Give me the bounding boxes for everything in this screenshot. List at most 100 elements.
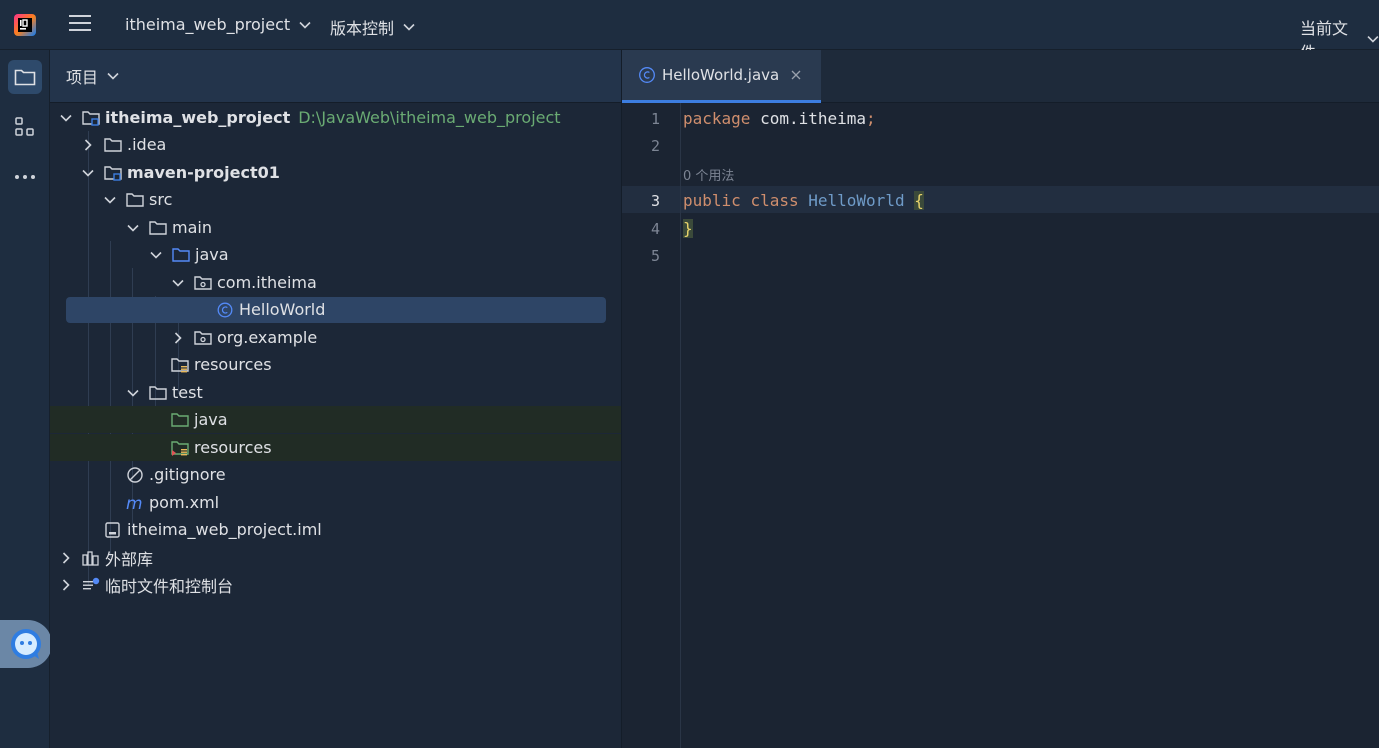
brace: } <box>683 219 693 238</box>
tree-row-scratches[interactable]: 临时文件和控制台 <box>50 571 621 598</box>
tree-label: test <box>172 383 203 402</box>
tree-row-com-itheima[interactable]: com.itheima <box>50 269 621 296</box>
class-icon <box>217 302 233 317</box>
code-editor: HelloWorld.java 1 2 3 4 5 package com.it… <box>622 50 1379 748</box>
ignore-file-icon <box>127 466 143 483</box>
tree-label: 临时文件和控制台 <box>105 576 234 596</box>
module-folder-icon <box>104 165 122 181</box>
tree-label: 外部库 <box>105 549 154 569</box>
library-icon <box>82 550 99 566</box>
structure-tool-button[interactable] <box>8 110 42 144</box>
tree-label: main <box>172 218 212 237</box>
line-number: 3 <box>650 192 660 210</box>
vcs-label: 版本控制 <box>330 19 395 38</box>
tree-row-resources-test[interactable]: resources <box>50 434 621 461</box>
maven-icon: m <box>126 495 143 511</box>
close-icon[interactable] <box>791 70 801 80</box>
tree-row-test[interactable]: test <box>50 379 621 406</box>
more-icon <box>15 175 35 179</box>
tree-label: .idea <box>127 135 167 154</box>
tree-label: itheima_web_project <box>105 108 291 127</box>
tree-label: src <box>149 190 173 209</box>
tree-label: org.example <box>217 328 318 347</box>
tree-label: java <box>194 410 228 429</box>
tree-row-pom-xml[interactable]: m pom.xml <box>50 489 621 516</box>
tree-label: pom.xml <box>149 493 220 512</box>
tree-row-iml[interactable]: itheima_web_project.iml <box>50 516 621 543</box>
line-number: 2 <box>650 137 660 155</box>
tree-label: .gitignore <box>149 465 226 484</box>
line-number: 1 <box>650 110 660 128</box>
keyword: class <box>750 191 799 210</box>
tree-row-org-example[interactable]: org.example <box>50 324 621 351</box>
module-folder-icon <box>82 110 100 126</box>
editor-tab-bar: HelloWorld.java <box>622 50 1379 103</box>
chevron-down-icon <box>172 279 184 287</box>
code-line-3[interactable]: public class HelloWorld { <box>683 191 924 210</box>
tree-row-root-project[interactable]: itheima_web_project D:\JavaWeb\itheima_w… <box>50 104 621 131</box>
test-resources-folder-icon <box>171 440 189 456</box>
project-tool-button[interactable] <box>8 60 42 94</box>
project-path: D:\JavaWeb\itheima_web_project <box>298 108 561 127</box>
tree-row-main[interactable]: main <box>50 214 621 241</box>
structure-icon <box>15 117 34 136</box>
folder-icon <box>126 192 144 207</box>
source-folder-icon <box>172 247 190 262</box>
chevron-right-icon <box>174 331 182 344</box>
tree-label: maven-project01 <box>127 163 280 182</box>
keyword: public <box>683 191 741 210</box>
module-file-icon <box>105 521 120 538</box>
more-tools-button[interactable] <box>8 160 42 194</box>
vcs-menu[interactable]: 版本控制 <box>330 15 415 39</box>
folder-icon <box>149 385 167 400</box>
tree-row-gitignore[interactable]: .gitignore <box>50 461 621 488</box>
tree-row-helloworld[interactable]: HelloWorld <box>50 296 621 323</box>
line-number: 4 <box>650 220 660 238</box>
keyword: package <box>683 109 751 128</box>
tab-label: HelloWorld.java <box>662 66 780 84</box>
selection-highlight <box>66 297 606 323</box>
tree-label: resources <box>194 438 272 457</box>
chat-bot-icon <box>11 629 41 659</box>
tree-label: resources <box>194 355 272 374</box>
brace: { <box>914 191 924 210</box>
tree-row-src[interactable]: src <box>50 186 621 213</box>
chevron-down-icon <box>104 196 116 204</box>
usage-inlay-hint[interactable]: 0 个用法 <box>683 165 734 184</box>
package-name: com.itheima <box>760 109 867 128</box>
package-icon <box>194 330 212 345</box>
chevron-down-icon <box>127 224 139 232</box>
tab-helloworld-java[interactable]: HelloWorld.java <box>622 50 821 103</box>
chevron-down-icon <box>82 169 94 177</box>
tree-row-resources-main[interactable]: resources <box>50 351 621 378</box>
folder-icon <box>149 220 167 235</box>
tree-row-idea[interactable]: .idea <box>50 131 621 158</box>
tree-row-java-main[interactable]: java <box>50 241 621 268</box>
project-panel-header[interactable]: 项目 <box>50 50 621 103</box>
chevron-right-icon <box>62 578 70 591</box>
line-number-gutter: 1 2 3 4 5 <box>622 103 681 748</box>
chevron-down-icon <box>299 21 311 29</box>
intellij-logo-icon[interactable] <box>13 13 37 37</box>
test-folder-icon <box>171 412 189 427</box>
tree-row-maven-project01[interactable]: maven-project01 <box>50 159 621 186</box>
chevron-down-icon <box>127 389 139 397</box>
folder-icon <box>104 137 122 152</box>
main-menu-button[interactable] <box>69 15 91 35</box>
tree-label: com.itheima <box>217 273 317 292</box>
tree-row-external-libraries[interactable]: 外部库 <box>50 544 621 571</box>
chevron-right-icon <box>84 138 92 151</box>
code-line-4[interactable]: } <box>683 219 693 238</box>
package-icon <box>194 275 212 290</box>
scratches-icon <box>83 577 100 589</box>
chevron-down-icon <box>1367 35 1379 43</box>
project-selector[interactable]: itheima_web_project <box>125 15 311 34</box>
ai-assistant-button[interactable] <box>0 620 52 668</box>
title-bar: itheima_web_project 版本控制 当前文件 <box>0 0 1379 62</box>
project-name-label: itheima_web_project <box>125 15 291 34</box>
tree-label: itheima_web_project.iml <box>127 520 322 539</box>
code-line-1[interactable]: package com.itheima; <box>683 109 876 128</box>
project-panel: 项目 itheima_web_project D:\JavaWeb\itheim… <box>50 50 622 748</box>
tree-row-java-test[interactable]: java <box>50 406 621 433</box>
chevron-down-icon <box>107 72 119 80</box>
